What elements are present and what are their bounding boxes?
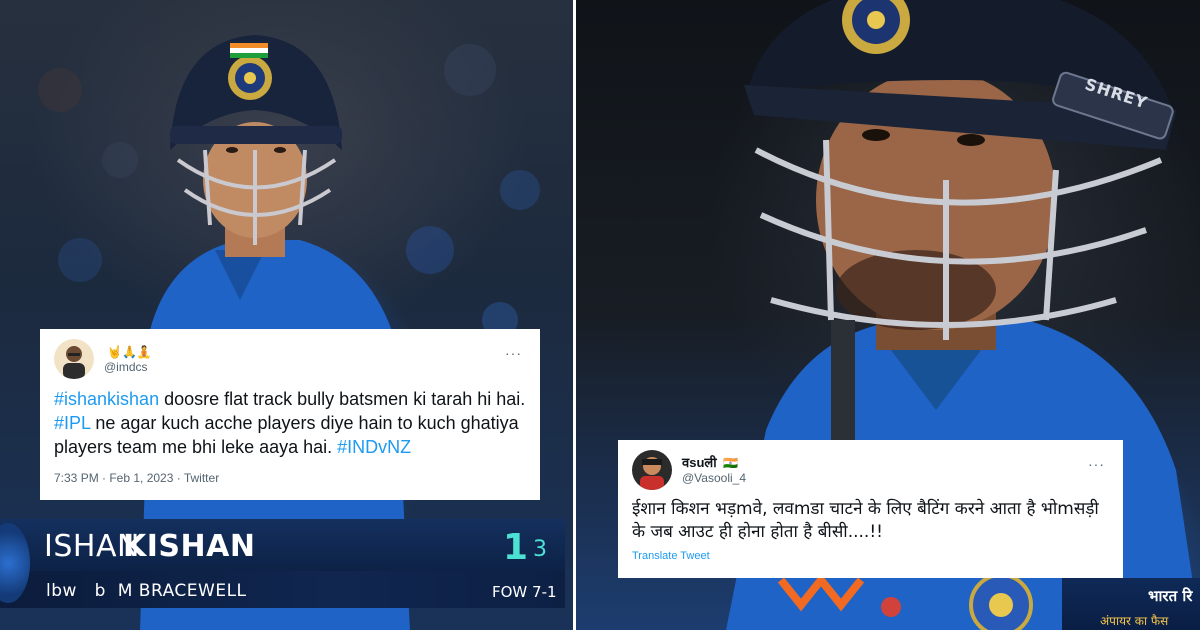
tweet-timestamp[interactable]: 7:33 PM · Feb 1, 2023 · Twitter bbox=[54, 471, 526, 485]
meme-collage: SHREY 🤘🙏🧘 @imdcs ··· #ishankishan doosre… bbox=[0, 0, 1200, 630]
hashtag-link[interactable]: #ishankishan bbox=[54, 389, 159, 409]
user-handle[interactable]: @imdcs bbox=[104, 360, 152, 375]
user-handle[interactable]: @Vasooli_4 bbox=[682, 471, 746, 486]
user-avatar[interactable] bbox=[632, 450, 672, 490]
team-crest-icon bbox=[0, 523, 30, 603]
tweet-header: वsuली 🇮🇳 @Vasooli_4 ··· bbox=[632, 450, 1109, 490]
display-name-text: वsuली bbox=[682, 454, 717, 470]
hashtag-link[interactable]: #INDvNZ bbox=[337, 437, 411, 457]
tweet-text: ईशान किशन भड़mवे, लवmडा चाटने के लिए बैट… bbox=[632, 499, 1099, 542]
batsman-runs: 1 bbox=[503, 527, 529, 568]
fall-of-wicket: FOW 7-1 bbox=[492, 583, 557, 601]
news-strip-line-1: भारत रि bbox=[1148, 587, 1193, 605]
user-avatar[interactable] bbox=[54, 339, 94, 379]
broadcast-scorebar: ISHAN KISHAN 1 3 lbw b M BRACEWELL FOW 7… bbox=[0, 519, 565, 608]
news-strip-line-2: अंपायर का फैस bbox=[1100, 614, 1169, 628]
more-options-icon[interactable]: ··· bbox=[1088, 456, 1105, 472]
user-display-name[interactable]: वsuली 🇮🇳 bbox=[682, 455, 746, 471]
tweet-header: 🤘🙏🧘 @imdcs ··· bbox=[54, 339, 526, 379]
tweet-card-1[interactable]: 🤘🙏🧘 @imdcs ··· #ishankishan doosre flat … bbox=[40, 329, 540, 500]
tweet-text-segment: doosre flat track bully batsmen ki tarah… bbox=[159, 389, 526, 409]
flag-emoji: 🇮🇳 bbox=[723, 455, 739, 470]
name-emoji: 🤘🙏🧘 bbox=[107, 344, 152, 359]
hindi-news-strip: भारत रि अंपायर का फैस bbox=[1062, 578, 1200, 630]
dismissal-text: lbw b M BRACEWELL bbox=[46, 581, 247, 601]
translate-tweet-link[interactable]: Translate Tweet bbox=[632, 550, 1109, 562]
hashtag-link[interactable]: #IPL bbox=[54, 413, 90, 433]
user-display-name[interactable]: 🤘🙏🧘 bbox=[104, 344, 152, 360]
tweet-text-segment: ne agar kuch acche players diye hain to … bbox=[54, 413, 519, 457]
tweet-card-2[interactable]: वsuली 🇮🇳 @Vasooli_4 ··· ईशान किशन भड़mवे… bbox=[618, 440, 1123, 578]
batsman-balls: 3 bbox=[533, 537, 547, 562]
tweet-text: #ishankishan doosre flat track bully bat… bbox=[54, 387, 526, 459]
batsman-last-name: KISHAN bbox=[123, 529, 256, 564]
more-options-icon[interactable]: ··· bbox=[505, 345, 522, 361]
